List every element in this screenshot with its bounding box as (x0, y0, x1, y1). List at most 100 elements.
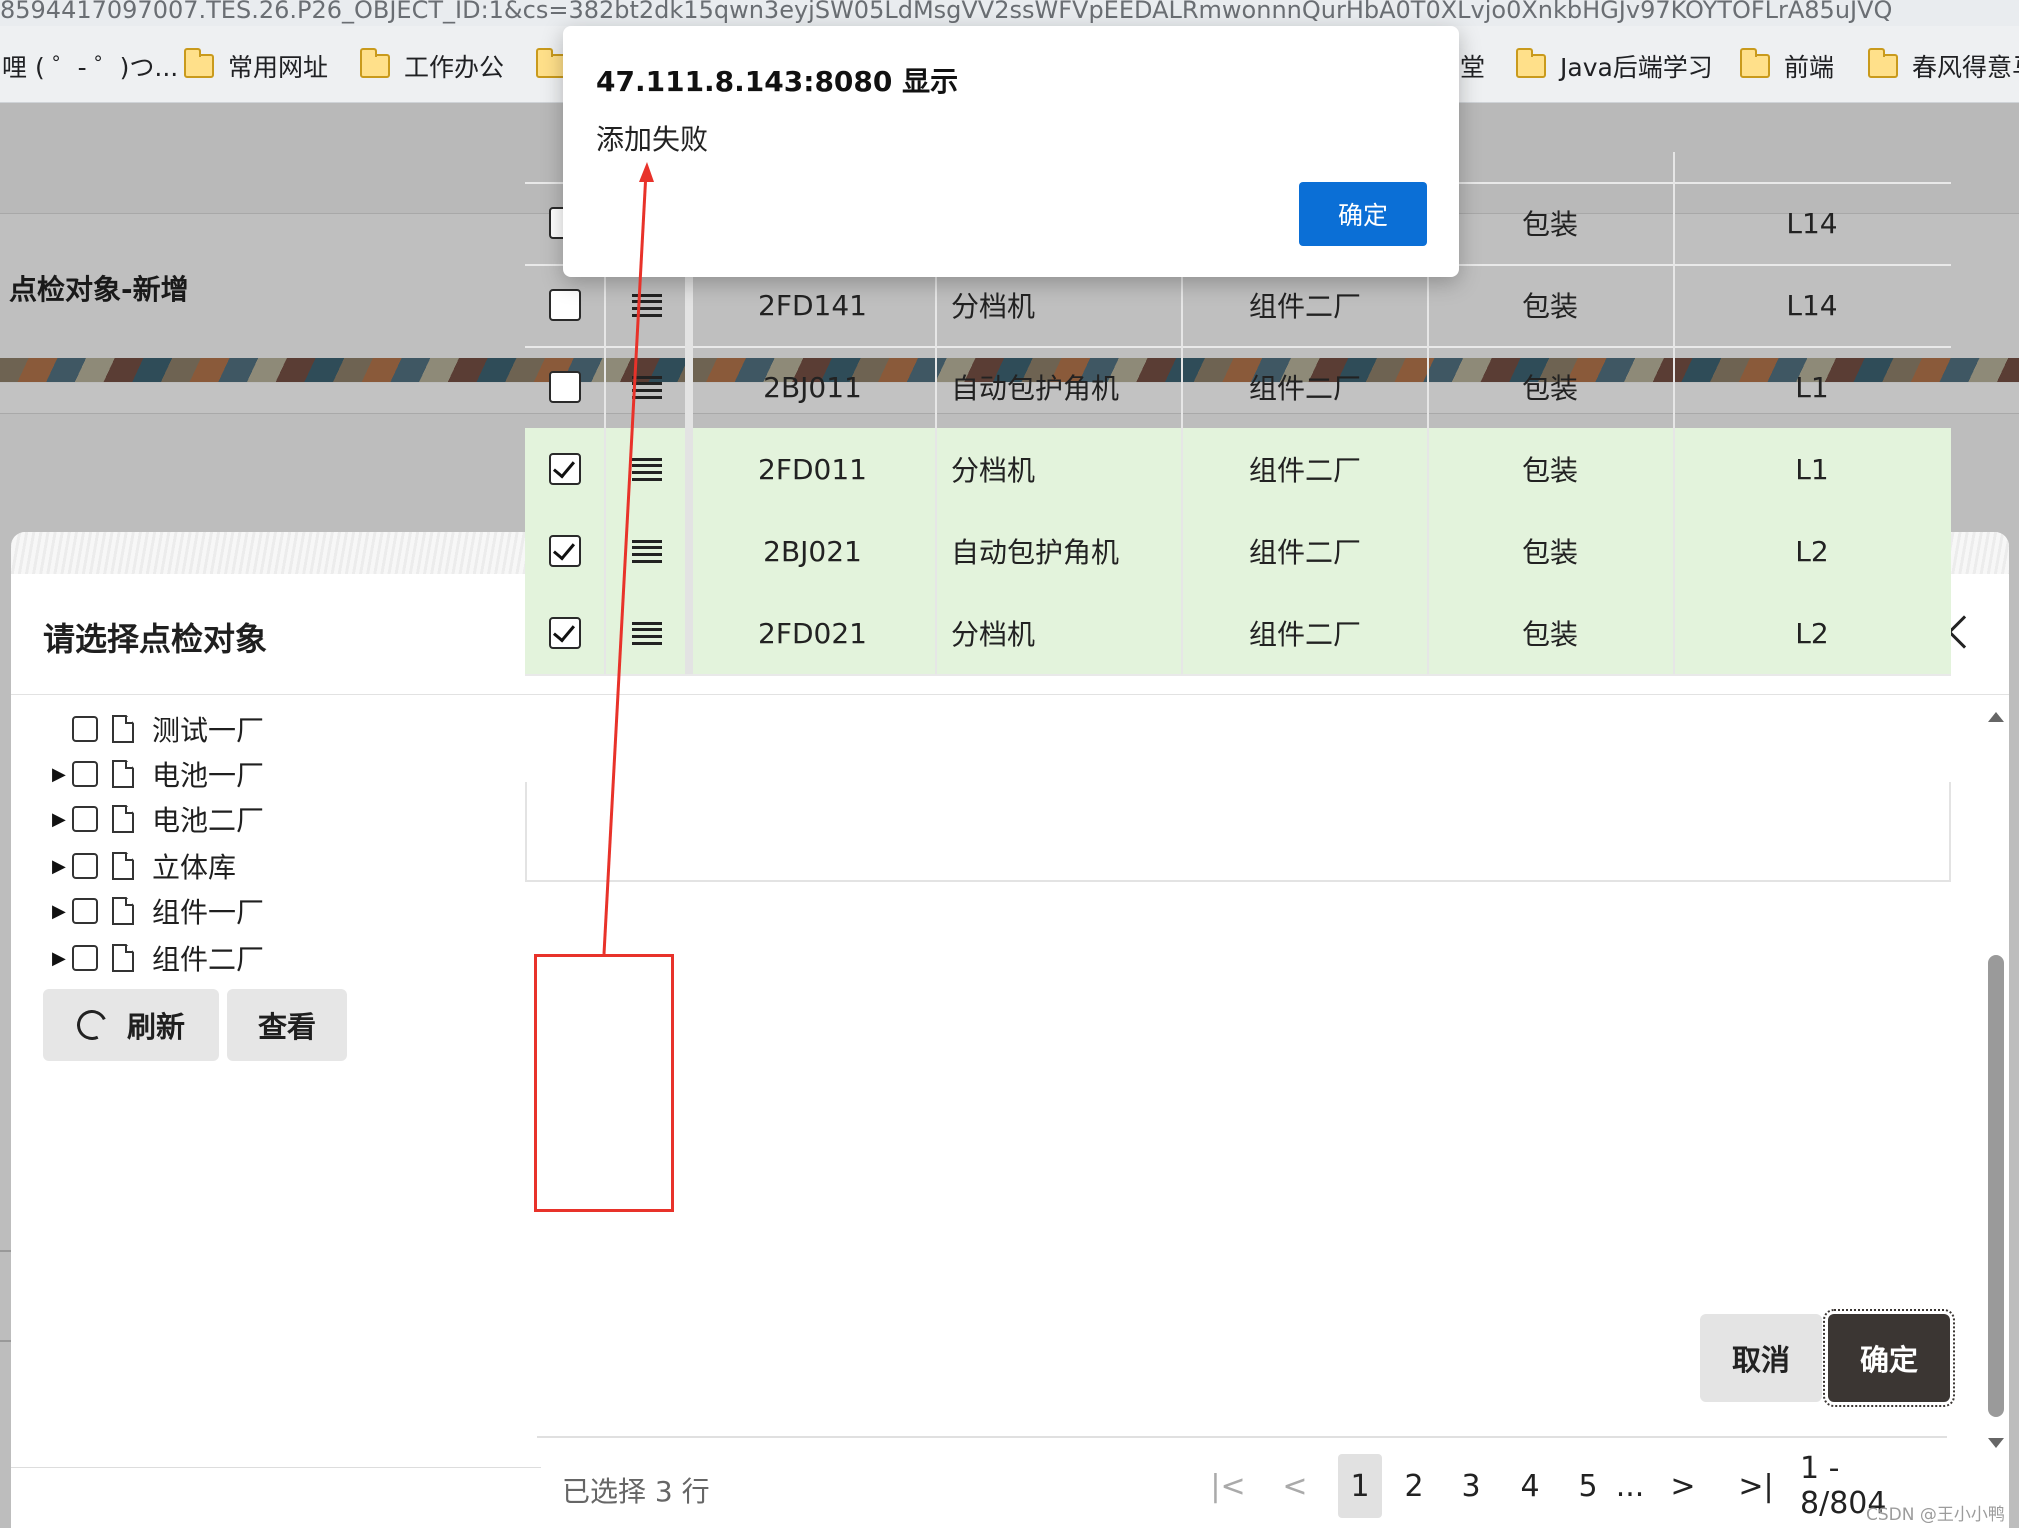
tree-checkbox[interactable] (72, 761, 98, 787)
next-page-icon[interactable]: > (1668, 1454, 1698, 1518)
document-icon (112, 760, 134, 788)
page-button-current[interactable]: 1 (1338, 1454, 1382, 1518)
menu-line (632, 642, 662, 645)
row-checkbox[interactable] (548, 289, 581, 321)
row-menu-cell (604, 592, 690, 674)
tree-checkbox[interactable] (72, 945, 98, 971)
tree-node-label: 立体库 (152, 851, 237, 884)
bookmark-label: 堂 (1460, 53, 1486, 82)
scroll-down-arrow-icon[interactable] (1988, 1438, 2004, 1448)
caret-right-icon[interactable]: ▶ (52, 901, 72, 922)
menu-line (632, 471, 662, 474)
cancel-button[interactable]: 取消 (1700, 1314, 1822, 1402)
page-button[interactable]: 5 (1570, 1454, 1606, 1518)
caret-right-icon[interactable]: ▶ (52, 809, 72, 830)
address-bar-url[interactable]: 8594417097007.TES.26.P26_OBJECT_ID:1&cs=… (0, 0, 2019, 26)
scroll-up-arrow-icon[interactable] (1988, 712, 2004, 722)
confirm-button[interactable]: 确定 (1823, 1309, 1955, 1407)
caret-right-icon[interactable]: ▶ (52, 856, 72, 877)
row-checkbox[interactable] (548, 371, 581, 403)
page-title: 点检对象-新增 (9, 273, 189, 306)
row-checkbox-checked[interactable] (548, 617, 581, 649)
row-menu-icon[interactable] (632, 458, 662, 481)
refresh-button[interactable]: 刷新 (43, 989, 219, 1061)
cell-name: 分档机 (951, 454, 1036, 487)
menu-line (632, 294, 662, 297)
menu-line (632, 389, 662, 392)
dialog-title: 请选择点检对象 (43, 620, 268, 658)
document-icon (112, 805, 134, 833)
bookmark-item[interactable]: 堂 (1460, 46, 1485, 86)
cell-name: 分档机 (951, 618, 1036, 651)
bookmark-folder[interactable]: 春风得意马 (1867, 46, 2019, 86)
tree-node[interactable]: ▶ 组件二厂 (52, 940, 264, 976)
tree-node-label: 组件二厂 (152, 943, 265, 976)
folder-icon (1739, 48, 1770, 78)
cell-line: L2 (1795, 534, 1829, 568)
row-select-cell (525, 592, 604, 674)
cell-code: 2FD021 (758, 616, 867, 650)
bookmark-folder[interactable]: Java后端学习 (1515, 46, 1713, 86)
tree-checkbox[interactable] (72, 898, 98, 924)
row-menu-icon[interactable] (632, 622, 662, 645)
tree-node[interactable]: 测试一厂 (52, 711, 264, 747)
last-page-icon[interactable]: >| (1734, 1454, 1778, 1518)
table-row[interactable]: 2BJ011 自动包护角机 组件二厂 包装 L1 (525, 346, 1951, 430)
bookmark-label: 哩 ( ゜- ゜)つ... (2, 53, 179, 82)
caret-right-icon[interactable]: ▶ (52, 948, 72, 969)
cell-factory: 组件二厂 (1249, 618, 1362, 651)
table-row[interactable]: 2BJ021 自动包护角机 组件二厂 包装 L2 (525, 510, 1951, 594)
alert-ok-button[interactable]: 确定 (1299, 182, 1427, 246)
tree-checkbox[interactable] (72, 806, 98, 832)
cell-process: 包装 (1521, 372, 1578, 405)
alert-dialog: 47.111.8.143:8080 显示 添加失败 确定 (563, 26, 1459, 277)
folder-icon (183, 48, 214, 78)
bookmark-item[interactable]: 哩 ( ゜- ゜)つ... (2, 46, 178, 86)
cell-code: 2BJ021 (763, 534, 862, 568)
cell-line: L14 (1786, 288, 1838, 322)
caret-right-icon[interactable]: ▶ (52, 764, 72, 785)
first-page-icon[interactable]: |< (1208, 1454, 1248, 1518)
bookmark-folder[interactable]: 前端 (1739, 46, 1835, 86)
tree-node-label: 电池一厂 (152, 759, 265, 792)
column-divider (1673, 152, 1675, 182)
bookmark-label: Java后端学习 (1560, 53, 1713, 82)
bookmark-label: 前端 (1784, 53, 1835, 82)
folder-icon (535, 48, 566, 78)
row-checkbox-checked[interactable] (548, 535, 581, 567)
view-button[interactable]: 查看 (227, 989, 347, 1061)
cell-line: L1 (1795, 370, 1829, 404)
tree-checkbox[interactable] (72, 853, 98, 879)
cell-name: 自动包护角机 (951, 372, 1120, 405)
folder-icon (1515, 48, 1546, 78)
row-menu-icon[interactable] (632, 540, 662, 563)
page-button[interactable]: 3 (1453, 1454, 1489, 1518)
prev-page-icon[interactable]: < (1280, 1454, 1310, 1518)
tree-node[interactable]: ▶ 组件一厂 (52, 893, 264, 929)
selected-count: 已选择 3 行 (562, 1475, 710, 1508)
cell-process: 包装 (1521, 618, 1578, 651)
page-button[interactable]: 4 (1512, 1454, 1548, 1518)
page-button[interactable]: 2 (1396, 1454, 1432, 1518)
tree-node[interactable]: ▶ 立体库 (52, 848, 236, 884)
row-select-cell (525, 346, 604, 428)
tree-node-label: 测试一厂 (152, 714, 265, 747)
row-menu-icon[interactable] (632, 376, 662, 399)
row-checkbox-checked[interactable] (548, 453, 581, 485)
row-menu-icon[interactable] (632, 294, 662, 317)
tree-node[interactable]: ▶ 电池一厂 (52, 756, 264, 792)
table-row[interactable]: 2FD021 分档机 组件二厂 包装 L2 (525, 592, 1951, 676)
bookmark-folder[interactable]: 常用网址 (183, 46, 328, 86)
menu-line (632, 300, 662, 303)
folder-icon (1867, 48, 1898, 78)
tree-node[interactable]: ▶ 电池二厂 (52, 801, 264, 837)
menu-line (632, 478, 662, 481)
cell-code: 2BJ011 (763, 370, 862, 404)
tree-node-label: 组件一厂 (152, 896, 265, 929)
tree-checkbox[interactable] (72, 716, 98, 742)
scrollbar-thumb[interactable] (1988, 955, 2004, 1417)
watermark: CSDN @王小小鸭 (1866, 1505, 2005, 1525)
table-row[interactable]: 2FD011 分档机 组件二厂 包装 L1 (525, 428, 1951, 512)
menu-line (632, 458, 662, 461)
bookmark-folder[interactable]: 工作办公 (359, 46, 504, 86)
